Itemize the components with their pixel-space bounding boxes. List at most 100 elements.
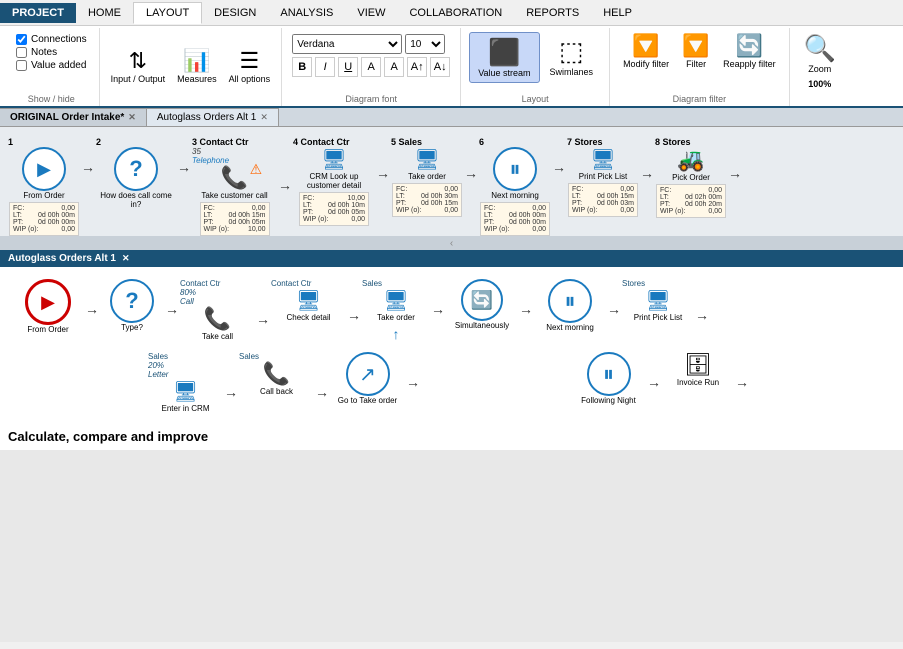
fontsize-down-button[interactable]: A↓ <box>430 57 450 77</box>
tab-autoglass-label: Autoglass Orders Alt 1 <box>157 112 257 123</box>
b-node-gototakeorder: ↗ Go to Take order <box>330 352 405 405</box>
all-options-button[interactable]: ☰ All options <box>224 47 276 87</box>
ribbon-font-section: Verdana Arial Calibri 10 8 12 14 B I U A… <box>282 28 461 106</box>
phone-icon-callback: 📞 <box>263 361 290 387</box>
zoom-button[interactable]: 🔍 Zoom <box>796 30 844 77</box>
node3-data: FC:0,00 LT:0d 00h 15m PT:0d 00h 05m WIP … <box>200 202 270 236</box>
ribbon-filter-section: 🔽 Modify filter 🔽 Filter 🔄 Reapply filte… <box>610 28 790 106</box>
b-arrow-5: → <box>430 301 446 317</box>
bottom-top-flow: ▶ From Order → ? Type? → Contact Ctr 80%… <box>8 275 895 344</box>
bottom-tab-close[interactable]: ✕ <box>122 253 130 264</box>
all-options-label: All options <box>229 74 271 84</box>
modify-filter-icon: 🔽 <box>632 35 659 57</box>
checkbox-notes[interactable]: Notes <box>16 47 87 58</box>
input-output-button[interactable]: ⇅ Input / Output <box>106 47 171 87</box>
node7-label: Print Pick List <box>579 172 627 181</box>
font-family-select[interactable]: Verdana Arial Calibri <box>292 34 402 54</box>
modify-filter-button[interactable]: 🔽 Modify filter <box>618 32 674 72</box>
swimlanes-button[interactable]: ⬚ Swimlanes <box>542 32 602 83</box>
menu-view[interactable]: VIEW <box>345 3 397 23</box>
menu-design[interactable]: DESIGN <box>202 3 268 23</box>
b-node-fromorder: ▶ From Order <box>12 279 84 334</box>
b-node-simultaneously-label: Simultaneously <box>455 321 509 330</box>
node-4: 4 Contact Ctr 🖥 CRM Look up customer det… <box>293 137 375 226</box>
menu-reports[interactable]: REPORTS <box>514 3 591 23</box>
checkbox-connections[interactable]: Connections <box>16 34 87 45</box>
menu-analysis[interactable]: ANALYSIS <box>268 3 345 23</box>
menu-bar: PROJECT HOME LAYOUT DESIGN ANALYSIS VIEW… <box>0 0 903 26</box>
tab-original-close[interactable]: ✕ <box>128 112 136 123</box>
monitor-icon-5: 🖥 <box>414 147 439 172</box>
b-node-followingnight: ⏸ Following Night <box>571 352 646 405</box>
refresh-icon-b: 🔄 <box>461 279 503 321</box>
filter-icon: 🔽 <box>682 35 709 57</box>
b-arrow-6: → <box>518 301 534 317</box>
reapply-filter-icon: 🔄 <box>736 35 763 57</box>
value-stream-label: Value stream <box>478 68 530 78</box>
b-node-checkdetail: Contact Ctr 🖥 Check detail <box>271 279 346 322</box>
ribbon: Connections Notes Value added Show / hid… <box>0 26 903 108</box>
arrow-6-7: → <box>551 159 567 175</box>
arrow-8-end: → <box>727 165 743 181</box>
menu-project[interactable]: PROJECT <box>0 3 76 23</box>
reapply-filter-button[interactable]: 🔄 Reapply filter <box>718 32 781 72</box>
b-arrow-4: → <box>346 307 362 323</box>
bottom-branch-flow: Sales 20% Letter 🖥 Enter in CRM → Sales … <box>8 348 895 415</box>
menu-help[interactable]: HELP <box>591 3 644 23</box>
tab-original[interactable]: ORIGINAL Order Intake* ✕ <box>0 108 147 126</box>
b-node-type: ? Type? <box>100 279 164 332</box>
phone-icon-b: 📞 <box>204 306 231 332</box>
type-question-icon: ? <box>110 279 154 323</box>
node4-data: FC:10,00 LT:0d 00h 10m PT:0d 00h 05m WIP… <box>299 192 369 226</box>
uparrow-circle-icon: ↗ <box>346 352 390 396</box>
b-node-gototakeorder-label: Go to Take order <box>338 396 397 405</box>
bottom-diagram: ▶ From Order → ? Type? → Contact Ctr 80%… <box>0 267 903 423</box>
menu-layout[interactable]: LAYOUT <box>133 2 202 24</box>
font-row-1: Verdana Arial Calibri 10 8 12 14 <box>292 34 450 54</box>
font-controls: Verdana Arial Calibri 10 8 12 14 B I U A… <box>288 30 454 81</box>
ribbon-zoom-section: 🔍 Zoom 100% <box>790 28 850 106</box>
tab-bar: ORIGINAL Order Intake* ✕ Autoglass Order… <box>0 108 903 127</box>
font-size-select[interactable]: 10 8 12 14 <box>405 34 445 54</box>
monitor-icon-b-check: 🖥 <box>296 288 321 313</box>
pause-icon-6: ⏸ <box>493 147 537 191</box>
node6-label: Next morning <box>491 191 539 200</box>
canvas-area: 1 ▶ From Order FC:0,00 LT:0d 00h 00m PT:… <box>0 127 903 642</box>
font-row-2: B I U A A A↑ A↓ <box>292 57 450 77</box>
notes-checkbox[interactable] <box>16 47 27 58</box>
warning-icon-3: ⚠ <box>250 161 263 178</box>
arrow-1-2: → <box>80 159 96 175</box>
italic-button[interactable]: I <box>315 57 335 77</box>
value-stream-button[interactable]: ⬛ Value stream <box>469 32 539 83</box>
filter-button[interactable]: 🔽 Filter <box>676 32 716 72</box>
b-branch-arrow-4: → <box>646 374 662 390</box>
layout-label: Layout <box>522 92 549 104</box>
tab-autoglass-close[interactable]: ✕ <box>260 112 268 123</box>
resize-handle[interactable]: ‹ <box>0 236 903 250</box>
b-node-printpicklist: Stores 🖥 Print Pick List <box>622 279 694 322</box>
ribbon-layout-section: ⬛ Value stream ⬚ Swimlanes Layout <box>461 28 610 106</box>
tab-autoglass[interactable]: Autoglass Orders Alt 1 ✕ <box>147 108 279 126</box>
menu-collaboration[interactable]: COLLABORATION <box>397 3 514 23</box>
bold-button[interactable]: B <box>292 57 312 77</box>
node4-label: CRM Look up customer detail <box>294 172 374 190</box>
menu-home[interactable]: HOME <box>76 3 133 23</box>
fontcolor-button[interactable]: A <box>361 57 381 77</box>
underline-button[interactable]: U <box>338 57 358 77</box>
ribbon-tools-buttons: ⇅ Input / Output 📊 Measures ☰ All option… <box>106 30 276 104</box>
zoom-value: 100% <box>806 77 833 91</box>
measures-button[interactable]: 📊 Measures <box>172 47 222 87</box>
connections-checkbox[interactable] <box>16 34 27 45</box>
fontsize-up-button[interactable]: A↑ <box>407 57 427 77</box>
filter-label: Filter <box>686 59 706 69</box>
swimlanes-label: Swimlanes <box>550 67 594 77</box>
node5-data: FC:0,00 LT:0d 00h 30m PT:0d 00h 15m WIP … <box>392 183 462 217</box>
b-node-takecall-label: Take call <box>202 332 233 341</box>
node2-label: How does call come in? <box>97 191 175 209</box>
fonthighlight-button[interactable]: A <box>384 57 404 77</box>
checkbox-valueadded[interactable]: Value added <box>16 60 87 71</box>
node8-data: FC:0,00 LT:0d 02h 00m PT:0d 00h 20m WIP … <box>656 184 726 218</box>
valueadded-checkbox[interactable] <box>16 60 27 71</box>
b-arrow-8: → <box>694 307 710 323</box>
node5-label: Take order <box>408 172 446 181</box>
